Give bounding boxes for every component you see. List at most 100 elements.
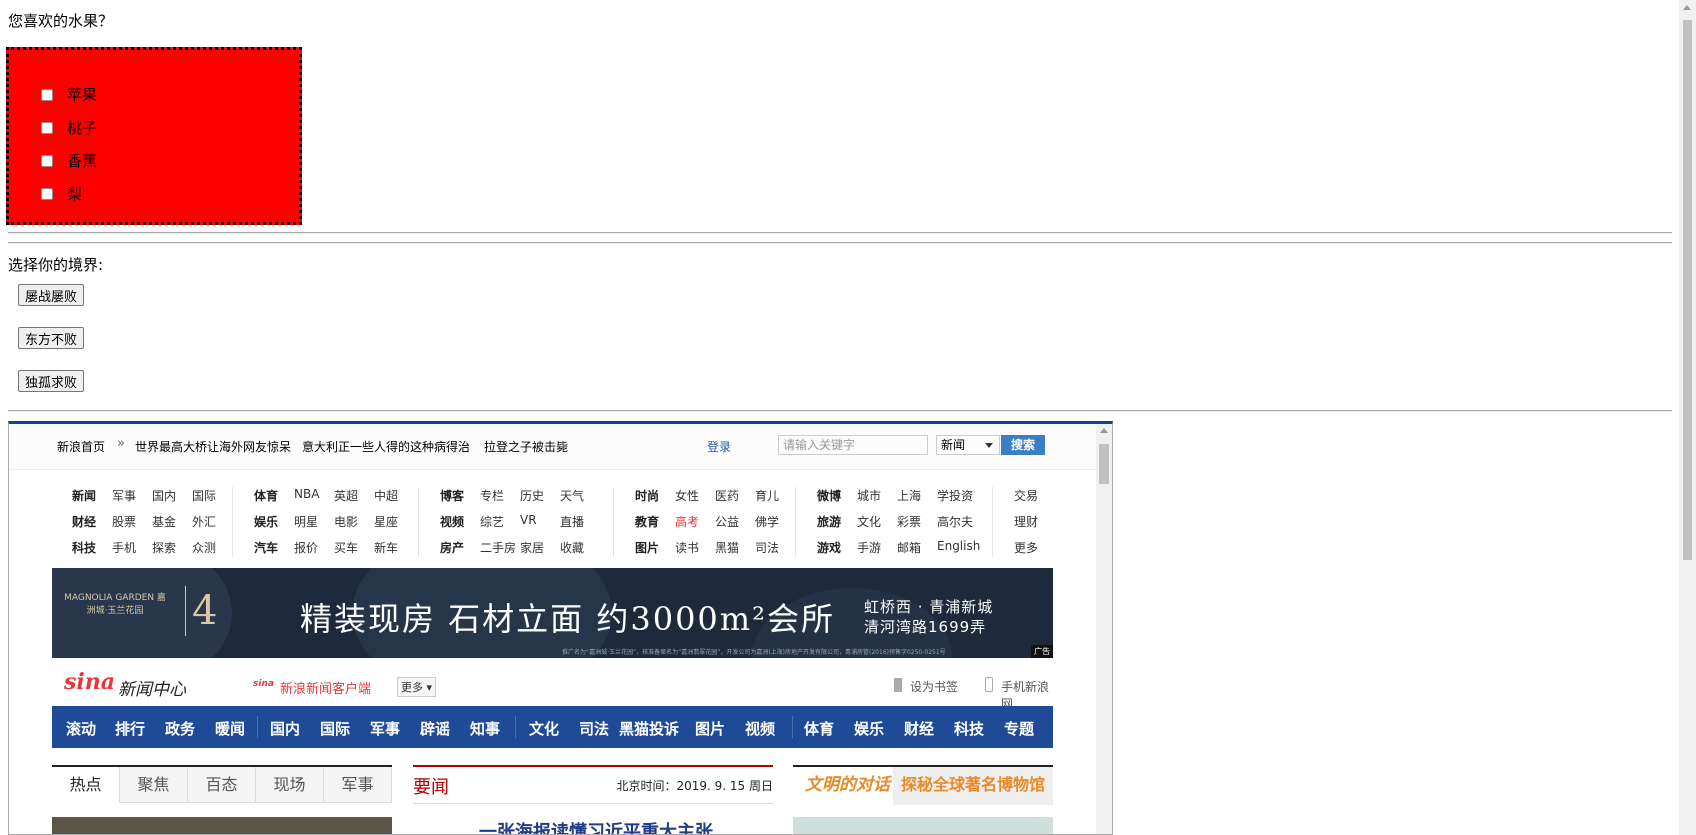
nav-link[interactable]: 新闻 — [72, 487, 96, 504]
nav-link[interactable]: 明星 — [294, 513, 318, 530]
scroll-up-icon[interactable] — [1683, 5, 1691, 10]
nav-link[interactable]: 上海 — [897, 487, 921, 504]
nav-link[interactable]: 交易 — [1014, 487, 1038, 504]
channel-link[interactable]: 文化 — [529, 718, 559, 739]
nav-link[interactable]: NBA — [294, 487, 319, 501]
nav-link[interactable]: 家居 — [520, 539, 544, 556]
nav-link[interactable]: 微博 — [817, 487, 841, 504]
nav-link[interactable]: 视频 — [440, 513, 464, 530]
level-button-3[interactable]: 独孤求败 — [18, 370, 85, 392]
nav-link[interactable]: 新车 — [374, 539, 398, 556]
level-button-2[interactable]: 东方不败 — [18, 327, 85, 349]
nav-link[interactable]: 读书 — [675, 539, 699, 556]
nav-link[interactable]: 买车 — [334, 539, 358, 556]
nav-link[interactable]: 军事 — [112, 487, 136, 504]
nav-link[interactable]: 学投资 — [937, 487, 973, 504]
culture-dialog-title[interactable]: 文明的对话 — [793, 767, 905, 805]
channel-link[interactable]: 司法 — [579, 718, 609, 739]
channel-link[interactable]: 政务 — [165, 718, 195, 739]
nav-link[interactable]: 游戏 — [817, 539, 841, 556]
fruit-option[interactable]: 桃子 — [41, 111, 97, 144]
search-input[interactable]: 请输入关键字 — [778, 435, 928, 455]
scroll-up-icon[interactable] — [1100, 428, 1108, 433]
checkbox[interactable] — [41, 187, 53, 200]
nav-link[interactable]: 汽车 — [254, 539, 278, 556]
nav-link[interactable]: 高尔夫 — [937, 513, 973, 530]
login-link[interactable]: 登录 — [707, 438, 731, 455]
nav-link[interactable]: 财经 — [72, 513, 96, 530]
checkbox[interactable] — [41, 88, 53, 101]
nav-link[interactable]: 二手房 — [480, 539, 516, 556]
nav-link[interactable]: 国际 — [192, 487, 216, 504]
channel-link[interactable]: 体育 — [804, 718, 834, 739]
more-dropdown[interactable]: 更多 ▾ — [397, 677, 437, 697]
level-button-1[interactable]: 屡战屡败 — [18, 284, 85, 306]
nav-link[interactable]: 医药 — [715, 487, 739, 504]
news-thumbnail[interactable] — [52, 817, 392, 834]
nav-link[interactable]: 体育 — [254, 487, 278, 504]
nav-link[interactable]: 手机 — [112, 539, 136, 556]
top-headline-link[interactable]: 世界最高大桥让海外网友惊呆 — [135, 438, 291, 455]
nav-link[interactable]: 基金 — [152, 513, 176, 530]
nav-link[interactable]: 收藏 — [560, 539, 584, 556]
nav-link[interactable]: 综艺 — [480, 513, 504, 530]
nav-link[interactable]: 房产 — [440, 539, 464, 556]
tab-1[interactable]: 聚焦 — [120, 767, 188, 803]
channel-link[interactable]: 辟谣 — [420, 718, 450, 739]
nav-link[interactable]: 国内 — [152, 487, 176, 504]
nav-link[interactable]: English — [937, 539, 980, 553]
page-scrollbar[interactable] — [1679, 0, 1696, 835]
nav-link[interactable]: 女性 — [675, 487, 699, 504]
channel-link[interactable]: 国内 — [270, 718, 300, 739]
search-category-select[interactable]: 新闻 — [936, 435, 1000, 455]
channel-link[interactable]: 专题 — [1004, 718, 1034, 739]
client-link[interactable]: 新浪新闻客户端 — [280, 678, 371, 697]
headline-link[interactable]: 一张海报读懂习近平重大主张 — [479, 818, 713, 834]
channel-link[interactable]: 暖闻 — [215, 718, 245, 739]
nav-link[interactable]: 专栏 — [480, 487, 504, 504]
fruit-option[interactable]: 香蕉 — [41, 144, 97, 177]
nav-link[interactable]: 报价 — [294, 539, 318, 556]
nav-link[interactable]: 天气 — [560, 487, 584, 504]
nav-link[interactable]: 历史 — [520, 487, 544, 504]
nav-link[interactable]: 科技 — [72, 539, 96, 556]
bookmark-link[interactable]: 设为书签 — [910, 678, 958, 695]
museum-title[interactable]: 探秘全球著名博物馆 — [893, 767, 1053, 805]
nav-link[interactable]: 佛学 — [755, 513, 779, 530]
nav-link[interactable]: 直播 — [560, 513, 584, 530]
checkbox[interactable] — [41, 154, 53, 167]
channel-link[interactable]: 知事 — [470, 718, 500, 739]
channel-link[interactable]: 视频 — [745, 718, 775, 739]
channel-link[interactable]: 图片 — [695, 718, 725, 739]
nav-link[interactable]: 更多 — [1014, 539, 1038, 556]
nav-link[interactable]: VR — [520, 513, 537, 527]
tab-4[interactable]: 军事 — [324, 767, 392, 803]
scroll-thumb[interactable] — [1683, 20, 1692, 560]
top-headline-link[interactable]: 意大利正一些人得的这种病得治 — [302, 438, 470, 455]
channel-link[interactable]: 娱乐 — [854, 718, 884, 739]
sina-logo[interactable]: sina — [64, 669, 115, 695]
nav-link[interactable]: 手游 — [857, 539, 881, 556]
tab-0[interactable]: 热点 — [52, 767, 120, 803]
scroll-thumb[interactable] — [1099, 444, 1109, 484]
nav-link[interactable]: 股票 — [112, 513, 136, 530]
iframe-scrollbar[interactable] — [1096, 424, 1112, 834]
nav-link[interactable]: 公益 — [715, 513, 739, 530]
channel-link[interactable]: 军事 — [370, 718, 400, 739]
nav-link[interactable]: 邮箱 — [897, 539, 921, 556]
nav-link[interactable]: 高考 — [675, 513, 699, 530]
nav-link[interactable]: 旅游 — [817, 513, 841, 530]
nav-link[interactable]: 理财 — [1014, 513, 1038, 530]
nav-link[interactable]: 星座 — [374, 513, 398, 530]
nav-link[interactable]: 教育 — [635, 513, 659, 530]
nav-link[interactable]: 图片 — [635, 539, 659, 556]
nav-link[interactable]: 娱乐 — [254, 513, 278, 530]
channel-link[interactable]: 科技 — [954, 718, 984, 739]
channel-link[interactable]: 财经 — [904, 718, 934, 739]
sina-home-link[interactable]: 新浪首页 — [57, 438, 105, 455]
fruit-option[interactable]: 苹果 — [41, 78, 97, 111]
nav-link[interactable]: 探索 — [152, 539, 176, 556]
nav-link[interactable]: 时尚 — [635, 487, 659, 504]
nav-link[interactable]: 城市 — [857, 487, 881, 504]
tab-2[interactable]: 百态 — [188, 767, 256, 803]
